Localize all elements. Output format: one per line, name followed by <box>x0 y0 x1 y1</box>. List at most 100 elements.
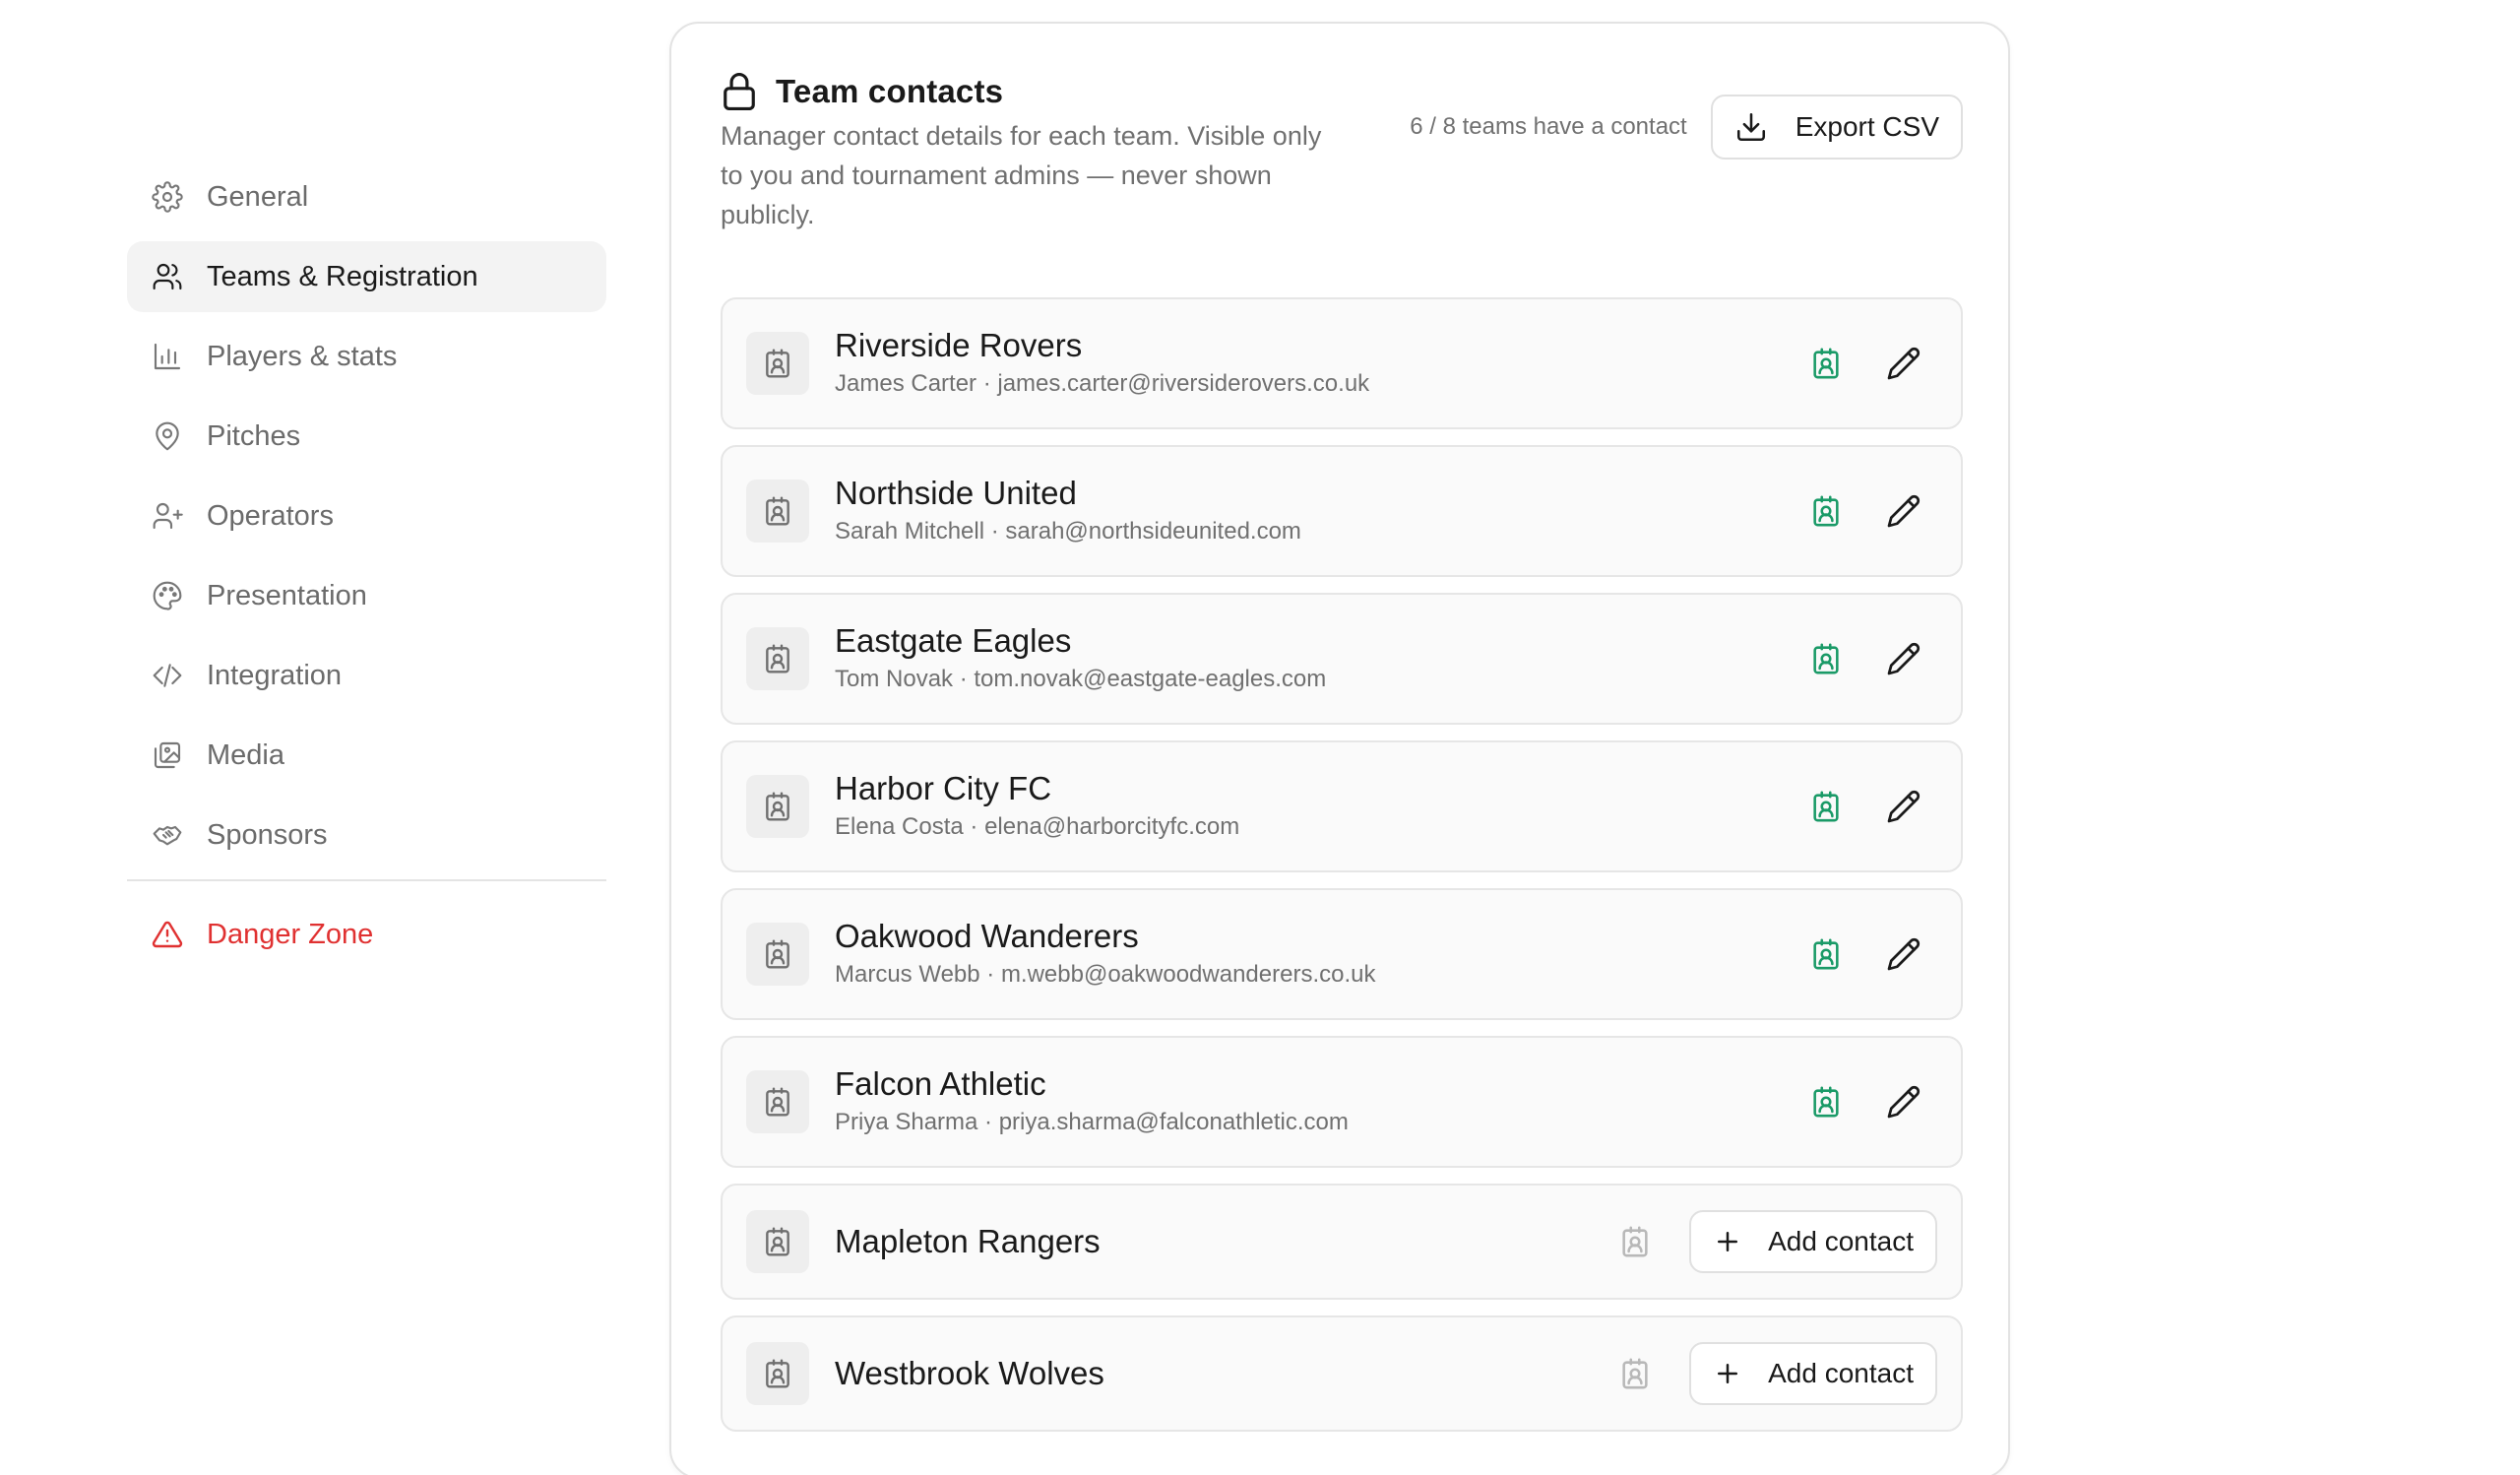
team-contact-details: Priya Sharma · priya.sharma@falconathlet… <box>835 1109 1349 1135</box>
team-row: Harbor City FC Elena Costa · elena@harbo… <box>721 740 1963 872</box>
contact-status-icon <box>1809 1085 1843 1119</box>
bar-chart-icon <box>152 341 183 372</box>
contact-status-icon <box>1809 494 1843 528</box>
team-contacts-card: Team contacts Manager contact details fo… <box>669 22 2010 1475</box>
users-icon <box>152 261 183 292</box>
user-plus-icon <box>152 500 183 532</box>
sidebar-divider <box>127 879 606 881</box>
sidebar-item-label: General <box>207 180 309 213</box>
edit-contact-button[interactable] <box>1884 934 1923 974</box>
sidebar-item-sponsors[interactable]: Sponsors <box>127 800 606 870</box>
sidebar-item-media[interactable]: Media <box>127 720 606 791</box>
team-name: Northside United <box>835 475 1077 511</box>
gear-icon <box>152 181 183 213</box>
team-info: Westbrook Wolves <box>835 1354 1618 1393</box>
contact-card-icon <box>746 1210 809 1273</box>
team-row: Falcon Athletic Priya Sharma · priya.sha… <box>721 1036 1963 1168</box>
row-actions <box>1809 934 1923 974</box>
plus-icon <box>1713 1227 1742 1256</box>
contact-status-icon <box>1809 347 1843 380</box>
team-contact-details: Marcus Webb · m.webb@oakwoodwanderers.co… <box>835 961 1376 988</box>
team-row: Westbrook Wolves Add contact <box>721 1315 1963 1432</box>
sidebar-item-danger-zone[interactable]: Danger Zone <box>127 899 606 970</box>
export-csv-button[interactable]: Export CSV <box>1710 95 1963 160</box>
contact-card-icon <box>746 1070 809 1133</box>
contact-status-icon <box>1809 642 1843 675</box>
add-contact-label: Add contact <box>1768 1226 1914 1256</box>
edit-contact-button[interactable] <box>1884 787 1923 826</box>
contact-status-icon <box>1618 1225 1652 1258</box>
sidebar-item-integration[interactable]: Integration <box>127 640 606 711</box>
card-description: Manager contact details for each team. V… <box>721 121 1322 229</box>
team-contact-details: Tom Novak · tom.novak@eastgate-eagles.co… <box>835 666 1327 692</box>
map-pin-icon <box>152 420 183 452</box>
download-icon <box>1734 110 1768 144</box>
card-header: Team contacts Manager contact details fo… <box>721 71 1963 268</box>
team-name: Harbor City FC <box>835 770 1052 806</box>
team-info: Riverside Rovers James Carter · james.ca… <box>835 326 1809 401</box>
sidebar-item-general[interactable]: General <box>127 161 606 232</box>
contact-card-icon <box>746 1342 809 1405</box>
team-name: Mapleton Rangers <box>835 1223 1101 1259</box>
team-info: Eastgate Eagles Tom Novak · tom.novak@ea… <box>835 621 1809 696</box>
plus-icon <box>1713 1359 1742 1388</box>
images-icon <box>152 739 183 771</box>
team-contact-details: Elena Costa · elena@harborcityfc.com <box>835 813 1240 840</box>
row-actions <box>1809 491 1923 531</box>
contact-status-icon <box>1809 937 1843 971</box>
team-name: Eastgate Eagles <box>835 622 1072 659</box>
contact-card-icon <box>746 480 809 543</box>
contact-card-icon <box>746 627 809 690</box>
sidebar-item-label: Players & stats <box>207 340 398 372</box>
sidebar-item-players-stats[interactable]: Players & stats <box>127 321 606 392</box>
card-title: Team contacts <box>776 73 1004 109</box>
row-actions <box>1809 639 1923 678</box>
row-actions <box>1809 344 1923 383</box>
add-contact-button[interactable]: Add contact <box>1689 1342 1937 1405</box>
team-info: Harbor City FC Elena Costa · elena@harbo… <box>835 769 1809 844</box>
row-actions: Add contact <box>1618 1342 1937 1405</box>
row-actions: Add contact <box>1618 1210 1937 1273</box>
sidebar-item-teams-registration[interactable]: Teams & Registration <box>127 241 606 312</box>
edit-contact-button[interactable] <box>1884 639 1923 678</box>
team-name: Riverside Rovers <box>835 327 1083 363</box>
handshake-icon <box>152 819 183 851</box>
sidebar-item-label: Media <box>207 738 284 771</box>
edit-contact-button[interactable] <box>1884 491 1923 531</box>
team-name: Westbrook Wolves <box>835 1355 1104 1391</box>
team-contact-details: Sarah Mitchell · sarah@northsideunited.c… <box>835 518 1301 545</box>
contact-card-icon <box>746 775 809 838</box>
team-info: Falcon Athletic Priya Sharma · priya.sha… <box>835 1064 1809 1139</box>
contact-count: 6 / 8 teams have a contact <box>1410 113 1687 140</box>
add-contact-button[interactable]: Add contact <box>1689 1210 1937 1273</box>
contact-card-icon <box>746 332 809 395</box>
sidebar-item-presentation[interactable]: Presentation <box>127 560 606 631</box>
sidebar-item-label: Danger Zone <box>207 918 374 950</box>
add-contact-label: Add contact <box>1768 1358 1914 1388</box>
team-list: Riverside Rovers James Carter · james.ca… <box>721 297 1963 1447</box>
export-csv-label: Export CSV <box>1795 111 1939 142</box>
sidebar-item-operators[interactable]: Operators <box>127 481 606 551</box>
team-name: Oakwood Wanderers <box>835 918 1139 954</box>
sidebar-item-label: Integration <box>207 659 343 691</box>
team-info: Mapleton Rangers <box>835 1222 1618 1261</box>
team-row: Riverside Rovers James Carter · james.ca… <box>721 297 1963 429</box>
team-row: Mapleton Rangers Add contact <box>721 1184 1963 1300</box>
team-name: Falcon Athletic <box>835 1065 1046 1102</box>
palette-icon <box>152 580 183 611</box>
header-actions: 6 / 8 teams have a contact Export CSV <box>1410 95 1963 160</box>
sidebar-item-label: Pitches <box>207 419 301 452</box>
settings-sidebar: General Teams & Registration Players & s… <box>127 161 606 979</box>
edit-contact-button[interactable] <box>1884 1082 1923 1122</box>
team-row: Northside United Sarah Mitchell · sarah@… <box>721 445 1963 577</box>
row-actions <box>1809 787 1923 826</box>
sidebar-item-label: Sponsors <box>207 818 328 851</box>
contact-card-icon <box>746 923 809 986</box>
sidebar-item-label: Presentation <box>207 579 367 611</box>
team-info: Northside United Sarah Mitchell · sarah@… <box>835 474 1809 548</box>
edit-contact-button[interactable] <box>1884 344 1923 383</box>
contact-status-icon <box>1809 790 1843 823</box>
team-row: Oakwood Wanderers Marcus Webb · m.webb@o… <box>721 888 1963 1020</box>
team-info: Oakwood Wanderers Marcus Webb · m.webb@o… <box>835 917 1809 992</box>
sidebar-item-pitches[interactable]: Pitches <box>127 401 606 472</box>
